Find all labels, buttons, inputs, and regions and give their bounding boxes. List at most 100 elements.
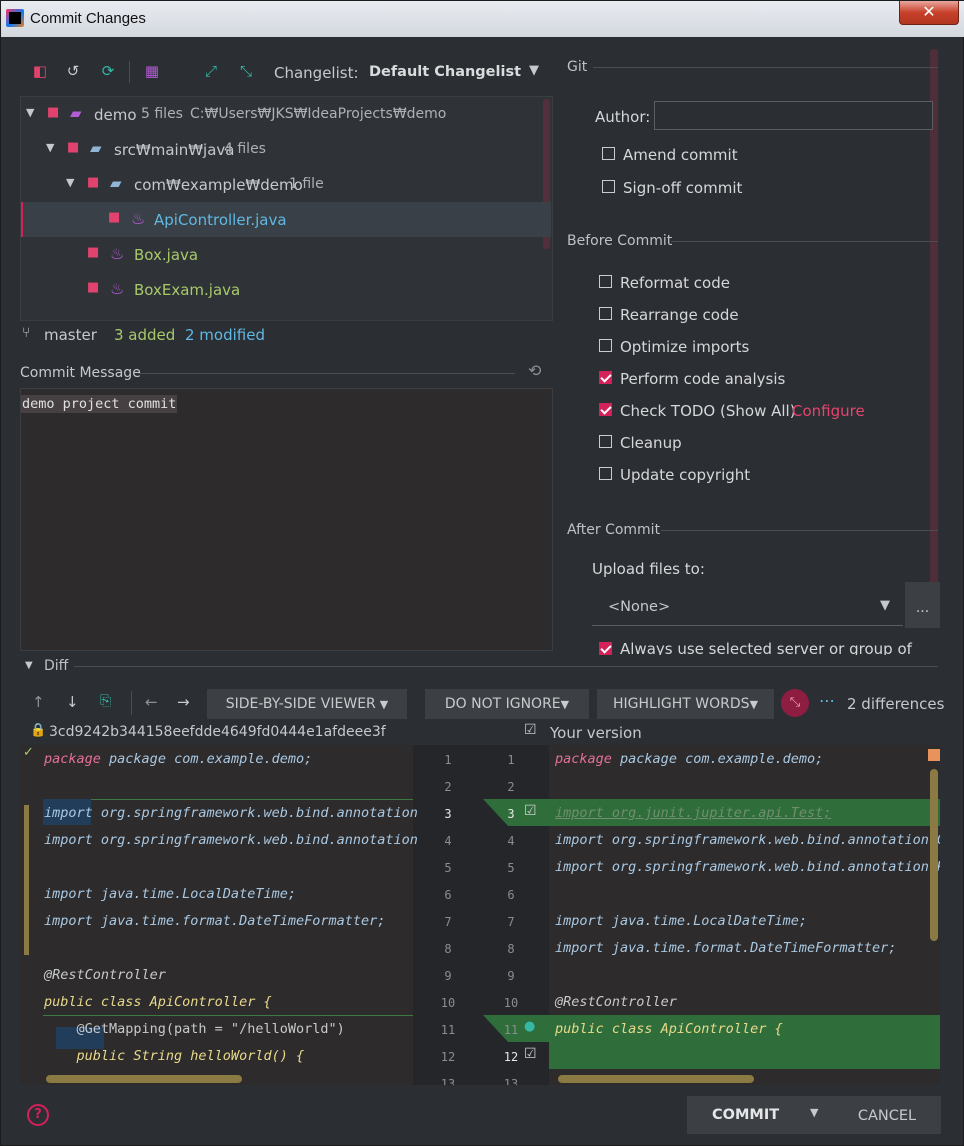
reformat-code-checkbox[interactable] [599, 275, 612, 288]
help-icon[interactable]: ? [27, 1104, 49, 1126]
always-use-label: Always use selected server or group of s… [620, 640, 912, 655]
commit-message-input[interactable]: demo project commit [20, 388, 553, 651]
refresh-icon[interactable]: ⟳ [97, 60, 119, 82]
left-line-4: import org.springframework.web.bind.anno… [44, 832, 418, 848]
changelist-select[interactable]: Default Changelist ▼ [361, 57, 553, 89]
line-number: 12 [440, 1050, 456, 1064]
group-by-icon[interactable]: ▦ [141, 60, 163, 82]
perform-code-analysis-label: Perform code analysis [620, 370, 786, 388]
more-options-icon[interactable]: ⋯ [819, 691, 835, 710]
next-file-icon[interactable]: → [177, 693, 190, 711]
left-line-3: import org.springframework.web.bind.anno… [44, 805, 418, 821]
chevron-down-icon[interactable]: ▼ [26, 106, 34, 119]
differences-count: 2 differences [847, 695, 945, 713]
left-horizontal-scrollbar[interactable] [46, 1075, 242, 1083]
cancel-button[interactable]: CANCEL [833, 1096, 941, 1134]
viewer-mode-select[interactable]: SIDE-BY-SIDE VIEWER ▼ [207, 689, 407, 719]
cleanup-checkbox[interactable] [599, 435, 612, 448]
inserted-line-right [549, 1042, 940, 1069]
next-diff-icon[interactable]: ↓ [66, 693, 79, 711]
chevron-down-icon[interactable]: ▼ [25, 660, 33, 671]
changelist-marker-icon: ■ [47, 105, 60, 120]
right-vertical-scrollbar[interactable] [930, 769, 938, 941]
lock-icon: 🔒 [30, 723, 47, 738]
line-number: 11 [503, 1023, 519, 1037]
include-change-checkbox-icon[interactable]: ☑ [524, 803, 537, 819]
line-number: 10 [440, 996, 456, 1010]
collapse-unchanged-icon[interactable]: ⤡ [781, 689, 809, 717]
chevron-down-icon[interactable]: ▼ [810, 1106, 818, 1119]
rearrange-code-checkbox[interactable] [599, 307, 612, 320]
left-change-marker [43, 799, 413, 800]
java-file-icon: ♨ [131, 209, 146, 228]
left-change-marker [43, 1015, 413, 1016]
highlight-mode-value: HIGHLIGHT WORDS [612, 696, 750, 712]
perform-code-analysis-checkbox[interactable] [599, 371, 612, 384]
bean-icon: ● [524, 1019, 536, 1034]
divider [671, 241, 938, 242]
tree-path: C:₩Users₩JKS₩IdeaProjects₩demo [190, 106, 447, 122]
tree-label: BoxExam.java [134, 281, 241, 299]
right-line-3: import org.junit.jupiter.api.Test; [555, 805, 832, 821]
right-line-5: import org.springframework.web.bind.anno… [555, 859, 940, 875]
configure-link[interactable]: Configure [792, 402, 865, 420]
browse-servers-button[interactable]: ... [905, 582, 940, 628]
optimize-imports-label: Optimize imports [620, 338, 750, 356]
signoff-commit-checkbox[interactable] [602, 180, 615, 193]
changelist-value: Default Changelist [369, 64, 522, 80]
author-label: Author: [595, 108, 651, 126]
tree-row-boxexam[interactable]: ■ ♨ BoxExam.java [21, 272, 551, 307]
chevron-down-icon[interactable]: ▼ [46, 141, 54, 154]
tree-row-com[interactable]: ▼ ■ ▰ com₩example₩demo 1 file [21, 167, 551, 202]
line-number: 9 [444, 969, 452, 983]
left-line-9: @RestController [44, 967, 166, 983]
right-line-10: @RestController [555, 994, 677, 1010]
close-button[interactable]: ✕ [899, 1, 959, 25]
expand-all-icon[interactable]: ⤢ [200, 60, 222, 82]
chevron-down-icon[interactable]: ▼ [66, 176, 74, 189]
amend-commit-checkbox[interactable] [602, 147, 615, 160]
tree-label: src₩main₩java [114, 141, 235, 159]
author-input[interactable] [654, 101, 933, 130]
upload-server-select[interactable]: <None> ▼ [592, 590, 903, 626]
line-number: 5 [444, 861, 452, 875]
line-number: 7 [507, 915, 515, 929]
include-change-checkbox-icon[interactable]: ☑ [524, 1046, 537, 1062]
previous-diff-icon[interactable]: ↑ [32, 693, 45, 711]
tree-info: 5 files [141, 106, 183, 122]
check-todo-checkbox[interactable] [599, 403, 612, 416]
right-horizontal-scrollbar[interactable] [558, 1075, 754, 1083]
previous-file-icon[interactable]: ← [145, 693, 158, 711]
show-diff-icon[interactable]: ◧ [29, 60, 51, 82]
rollback-icon[interactable]: ↺ [62, 60, 84, 82]
diff-editor: ✓ package package com.example.demo; impo… [20, 745, 940, 1085]
highlight-mode-select[interactable]: HIGHLIGHT WORDS ▼ [597, 689, 774, 719]
collapse-all-icon[interactable]: ⤡ [235, 60, 257, 82]
after-commit-section-title: After Commit [567, 522, 661, 538]
line-number: 6 [444, 888, 452, 902]
optimize-imports-checkbox[interactable] [599, 339, 612, 352]
line-number: 2 [444, 780, 452, 794]
signoff-commit-label: Sign-off commit [623, 179, 743, 197]
tree-row-box[interactable]: ■ ♨ Box.java [21, 237, 551, 272]
history-icon[interactable]: ⟲ [528, 361, 541, 380]
right-line-7: import java.time.LocalDateTime; [555, 913, 807, 929]
update-copyright-checkbox[interactable] [599, 467, 612, 480]
intellij-app-icon [6, 9, 24, 27]
tree-row-src[interactable]: ▼ ■ ▰ src₩main₩java 4 files [21, 132, 551, 167]
java-file-icon: ♨ [110, 279, 125, 298]
commit-button[interactable]: COMMIT [712, 1107, 779, 1123]
ignore-policy-select[interactable]: DO NOT IGNORE ▼ [425, 689, 589, 719]
divider [138, 373, 515, 374]
tree-row-demo[interactable]: ▼ ■ ▰ demo 5 files C:₩Users₩JKS₩IdeaProj… [21, 97, 551, 132]
update-copyright-label: Update copyright [620, 466, 751, 484]
always-use-checkbox[interactable] [599, 642, 612, 655]
jump-to-source-icon[interactable]: ⎘ [100, 693, 111, 709]
diff-section-title: Diff [44, 658, 69, 674]
line-number: 5 [507, 861, 515, 875]
right-line-11: public class ApiController { [555, 1021, 783, 1037]
tree-row-apicontroller[interactable]: ■ ♨ ApiController.java [21, 202, 551, 237]
line-number: 11 [440, 1023, 456, 1037]
right-scrollbar[interactable] [930, 49, 938, 599]
tree-info: 4 files [224, 141, 266, 157]
